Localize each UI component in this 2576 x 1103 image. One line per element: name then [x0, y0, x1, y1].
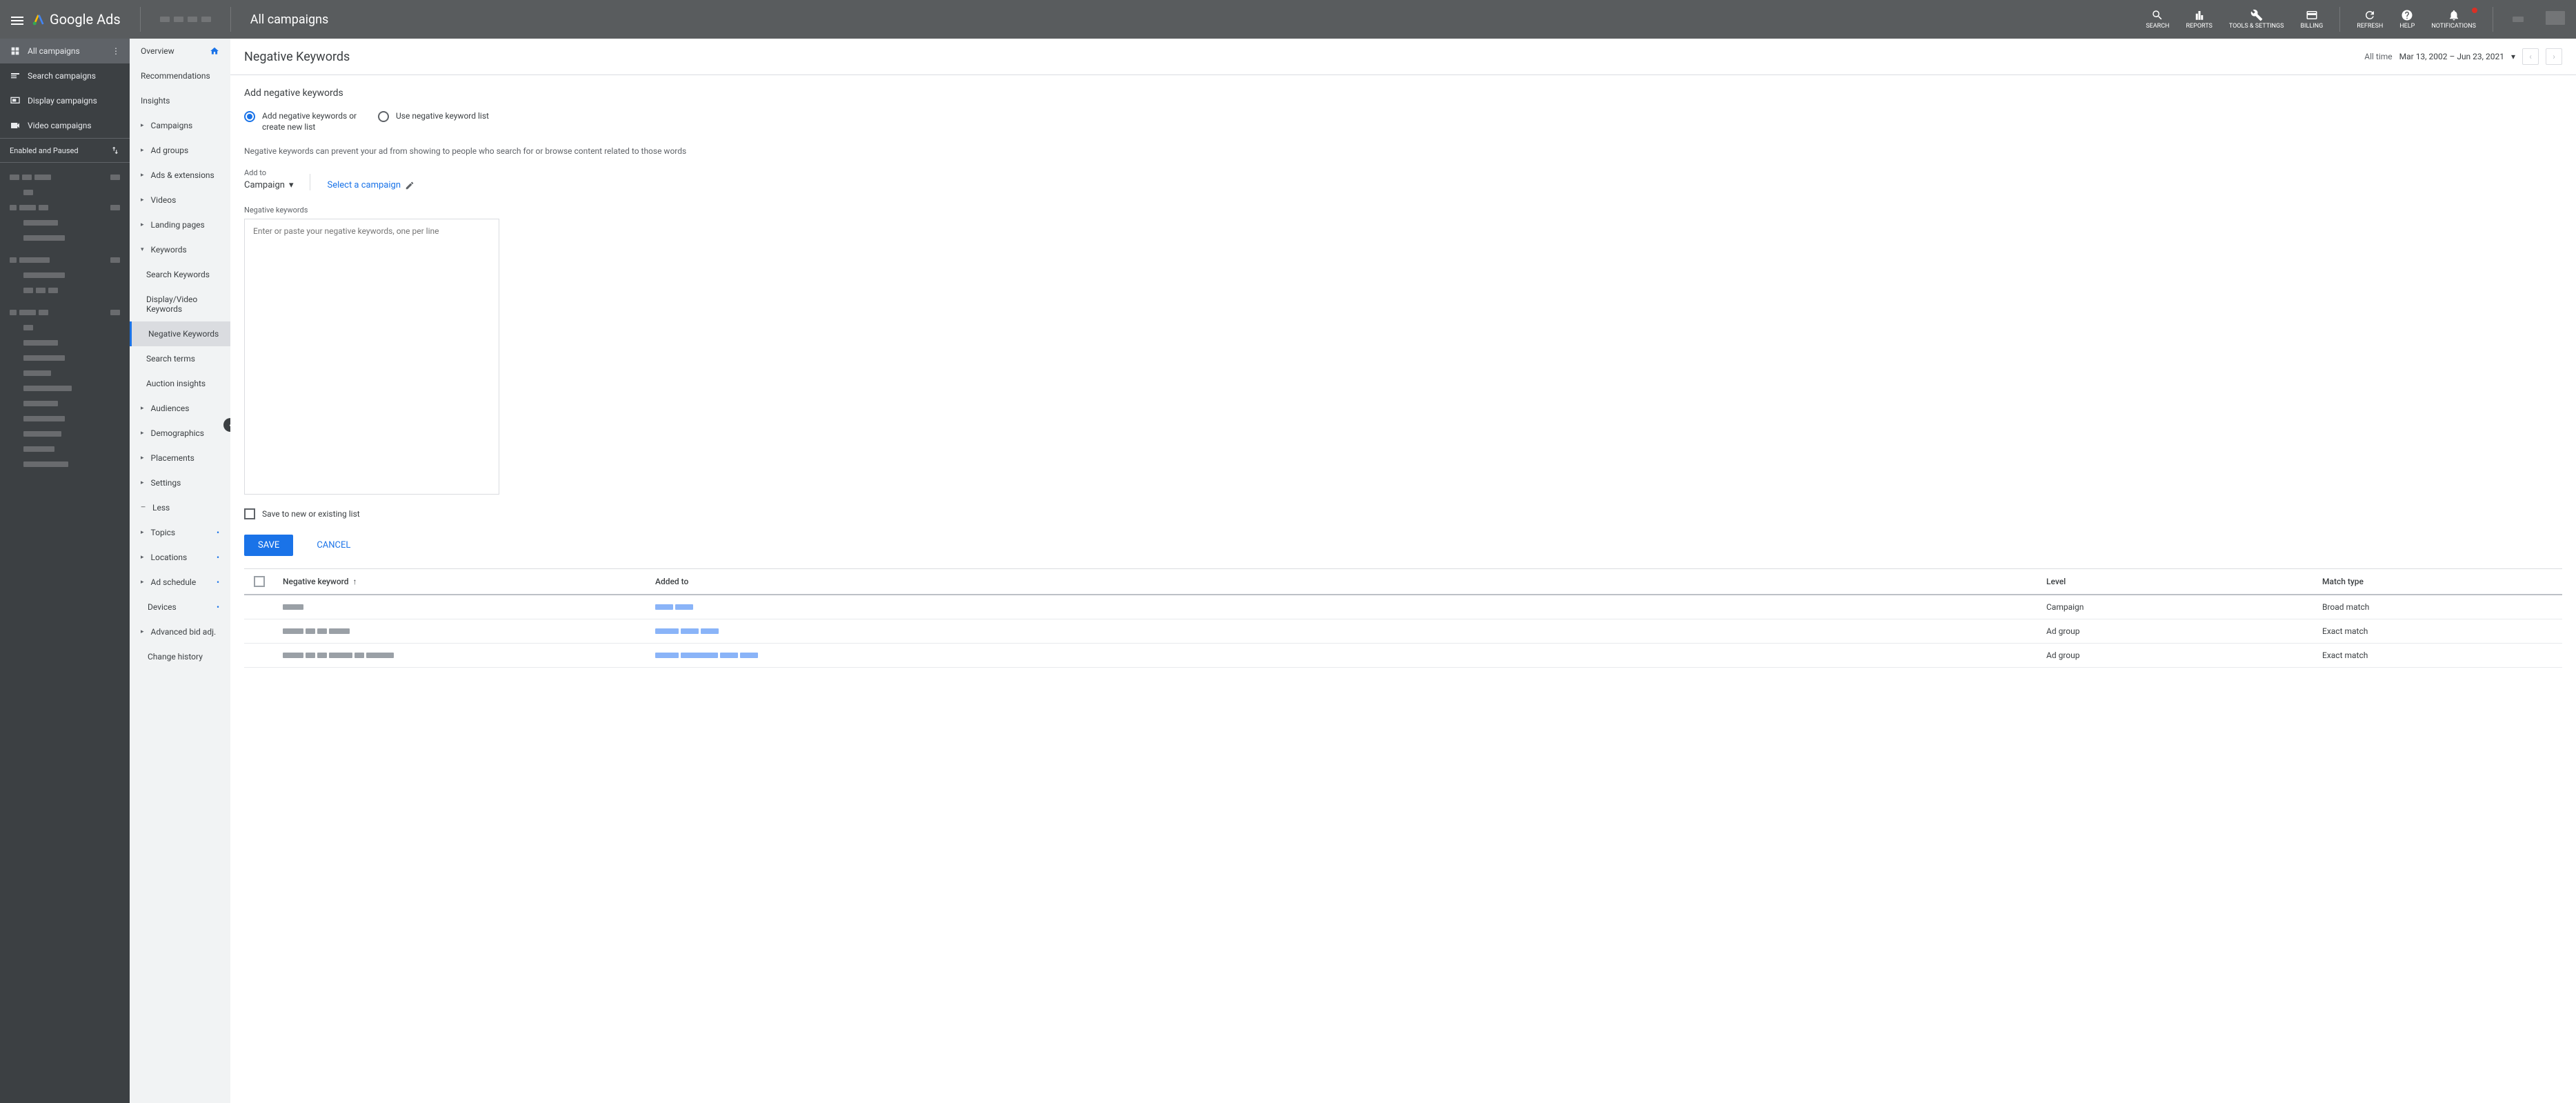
search-icon [2151, 9, 2164, 21]
nav-advanced-bid[interactable]: Advanced bid adj. [130, 619, 230, 644]
reports-icon [2193, 9, 2206, 21]
addto-label: Add to [244, 168, 293, 177]
campaign-tree [0, 163, 130, 479]
scope-title[interactable]: All campaigns [239, 12, 340, 27]
sidebar-item-all-campaigns[interactable]: All campaigns ⋮ [0, 39, 130, 63]
nav-devices[interactable]: Devices [130, 595, 230, 619]
nav-videos[interactable]: Videos [130, 188, 230, 212]
keywords-input[interactable] [244, 219, 499, 495]
sidebar-item-search-campaigns[interactable]: Search campaigns [0, 63, 130, 88]
main-content: Negative Keywords All time Mar 13, 2002 … [230, 39, 2576, 1103]
table-row[interactable]: Ad group Exact match [244, 619, 2562, 644]
brand-logo[interactable]: Google Ads [32, 11, 121, 28]
sort-up-icon: ↑ [353, 577, 357, 586]
refresh-button[interactable]: REFRESH [2348, 5, 2391, 34]
help-button[interactable]: HELP [2391, 5, 2423, 34]
save-list-checkbox[interactable] [244, 508, 255, 519]
nav-ad-groups[interactable]: Ad groups [130, 138, 230, 163]
keywords-label: Negative keywords [244, 206, 2562, 215]
radio-use-list[interactable]: Use negative keyword list [378, 111, 489, 132]
th-level[interactable]: Level [2038, 569, 2314, 594]
brand-text: Google Ads [50, 11, 121, 28]
date-next-button[interactable]: › [2546, 48, 2562, 65]
th-keyword[interactable]: Negative keyword ↑ [274, 569, 647, 594]
date-range[interactable]: All time Mar 13, 2002 – Jun 23, 2021 ▾ ‹… [2364, 48, 2562, 65]
nav-landing-pages[interactable]: Landing pages [130, 212, 230, 237]
secondary-nav: Overview Recommendations Insights Campai… [130, 39, 230, 1103]
date-range-value: Mar 13, 2002 – Jun 23, 2021 [2399, 52, 2504, 61]
search-button[interactable]: SEARCH [2137, 5, 2177, 34]
select-all-checkbox[interactable] [254, 576, 265, 587]
nav-search-terms[interactable]: Search terms [130, 346, 230, 371]
nav-locations[interactable]: Locations [130, 545, 230, 570]
chevron-down-icon: ▾ [2511, 52, 2515, 61]
nav-change-history[interactable]: Change history [130, 644, 230, 669]
sidebar-item-display-campaigns[interactable]: Display campaigns [0, 88, 130, 113]
nav-ad-schedule[interactable]: Ad schedule [130, 570, 230, 595]
cancel-button[interactable]: CANCEL [303, 535, 364, 556]
nav-ads-extensions[interactable]: Ads & extensions [130, 163, 230, 188]
table-row[interactable]: Ad group Exact match [244, 644, 2562, 668]
save-list-label: Save to new or existing list [262, 509, 360, 519]
th-added-to[interactable]: Added to [647, 569, 2038, 594]
billing-icon [2306, 9, 2318, 21]
reports-button[interactable]: REPORTS [2177, 5, 2220, 34]
sort-icon [110, 146, 120, 155]
description-text: Negative keywords can prevent your ad fr… [244, 146, 2562, 156]
nav-auction-insights[interactable]: Auction insights [130, 371, 230, 396]
nav-demographics[interactable]: Demographics [130, 421, 230, 446]
bell-icon [2448, 9, 2460, 21]
radio-icon [244, 111, 255, 122]
grid-icon [10, 46, 21, 57]
date-range-label: All time [2364, 52, 2392, 61]
nav-campaigns[interactable]: Campaigns [130, 113, 230, 138]
nav-placements[interactable]: Placements [130, 446, 230, 470]
th-match-type[interactable]: Match type [2314, 569, 2562, 594]
nav-insights[interactable]: Insights [130, 88, 230, 113]
nav-keywords[interactable]: Keywords [130, 237, 230, 262]
edit-icon[interactable] [405, 181, 415, 190]
alert-indicator [2472, 8, 2477, 13]
select-campaign-link[interactable]: Select a campaign [327, 180, 401, 190]
help-icon [2401, 9, 2413, 21]
keywords-table: Negative keyword ↑ Added to Level Match … [244, 568, 2562, 668]
chevron-down-icon: ▾ [289, 180, 294, 190]
refresh-icon [2364, 9, 2376, 21]
notifications-button[interactable]: NOTIFICATIONS [2423, 5, 2484, 34]
save-button[interactable]: SAVE [244, 535, 293, 556]
page-title: Negative Keywords [244, 50, 350, 64]
nav-less[interactable]: Less [130, 495, 230, 520]
section-title: Add negative keywords [244, 88, 2562, 99]
nav-negative-keywords[interactable]: Negative Keywords [130, 321, 230, 346]
menu-icon[interactable] [11, 14, 23, 24]
nav-overview[interactable]: Overview [130, 39, 230, 63]
nav-settings[interactable]: Settings [130, 470, 230, 495]
home-icon [210, 46, 219, 56]
sidebar-item-video-campaigns[interactable]: Video campaigns [0, 113, 130, 138]
nav-recommendations[interactable]: Recommendations [130, 63, 230, 88]
wrench-icon [2250, 9, 2263, 21]
video-campaign-icon [10, 120, 21, 131]
google-ads-logo-icon [32, 12, 46, 26]
search-campaign-icon [10, 70, 21, 81]
sidebar-filter[interactable]: Enabled and Paused [0, 138, 130, 163]
tools-button[interactable]: TOOLS & SETTINGS [2221, 5, 2293, 34]
radio-add-keywords[interactable]: Add negative keywords or create new list [244, 111, 359, 132]
table-row[interactable]: Campaign Broad match [244, 595, 2562, 619]
nav-search-keywords[interactable]: Search Keywords [130, 262, 230, 287]
billing-button[interactable]: BILLING [2292, 5, 2331, 34]
radio-icon [378, 111, 389, 122]
top-header: Google Ads All campaigns SEARCH REPORTS … [0, 0, 2576, 39]
addto-dropdown[interactable]: Campaign ▾ [244, 180, 293, 190]
nav-audiences[interactable]: Audiences [130, 396, 230, 421]
display-campaign-icon [10, 95, 21, 106]
date-prev-button[interactable]: ‹ [2522, 48, 2539, 65]
left-sidebar: All campaigns ⋮ Search campaigns Display… [0, 39, 130, 1103]
nav-display-video-keywords[interactable]: Display/Video Keywords [130, 287, 230, 321]
nav-topics[interactable]: Topics [130, 520, 230, 545]
